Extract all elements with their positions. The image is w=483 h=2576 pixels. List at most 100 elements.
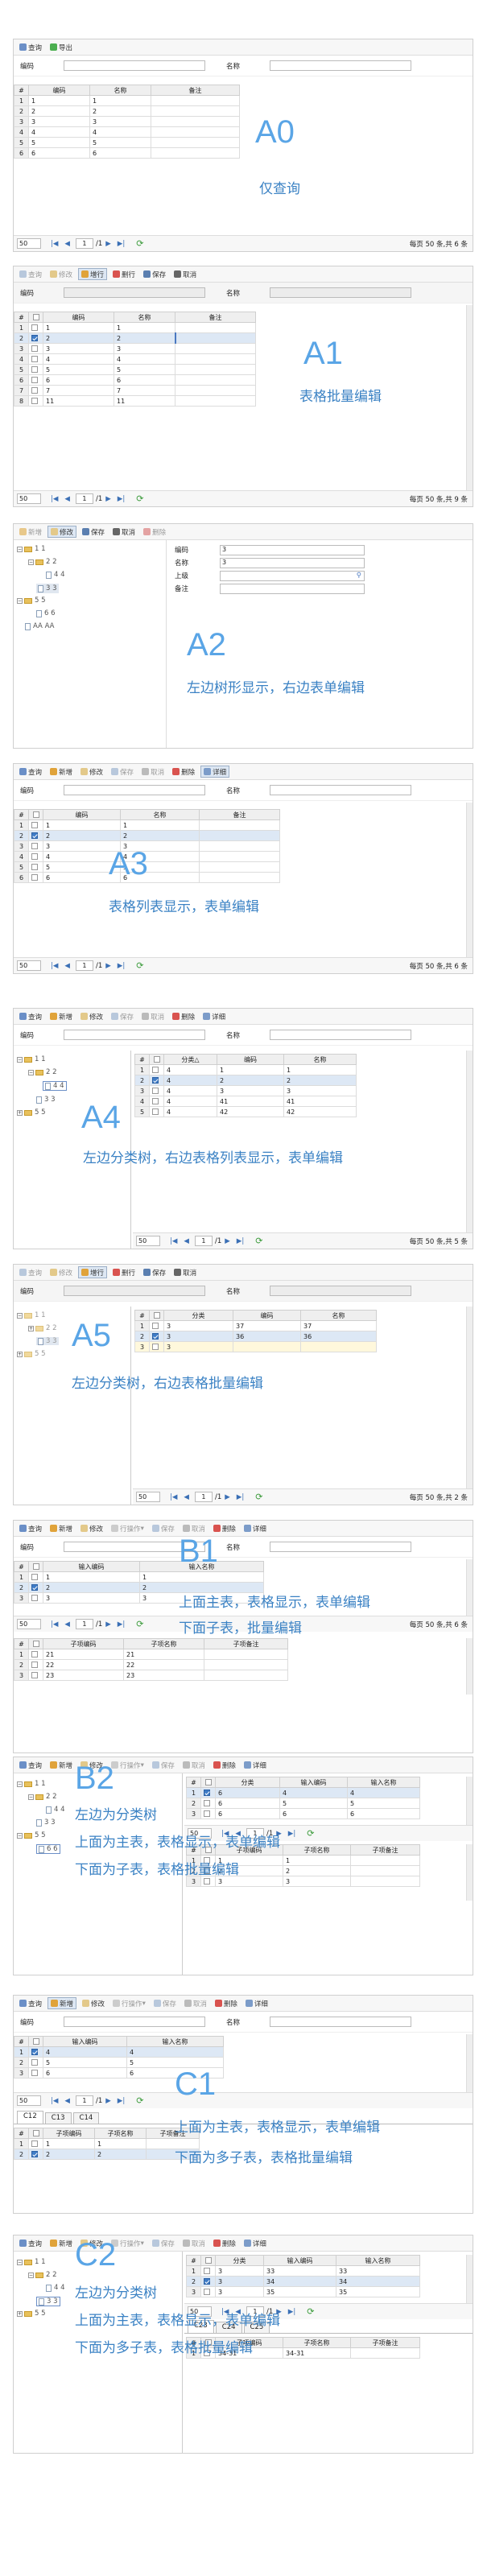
query-button[interactable]: 查询 xyxy=(17,41,44,53)
table-row[interactable]: 5 4 42 42 xyxy=(134,1106,357,1117)
scrollbar[interactable] xyxy=(466,2034,473,2092)
code-input[interactable] xyxy=(64,60,205,71)
tree-node[interactable]: 3 3 xyxy=(36,1096,56,1104)
name-input[interactable] xyxy=(270,2017,411,2027)
table-row[interactable]: 3 23 23 xyxy=(14,1670,288,1681)
scrollbar[interactable] xyxy=(466,1307,473,1488)
query-button[interactable]: 查询 xyxy=(17,766,44,778)
col-category[interactable]: 分类△ xyxy=(163,1054,217,1065)
cancel-button[interactable]: 取消 xyxy=(139,1010,167,1022)
tree-node[interactable]: +5 5 xyxy=(17,2310,46,2318)
col-input-code[interactable]: 输入编码 xyxy=(43,1561,140,1572)
table-row[interactable]: 8 11 11 xyxy=(14,395,256,407)
table-row[interactable]: 111 xyxy=(14,322,256,333)
last-page-button[interactable]: ▶| xyxy=(288,2308,295,2316)
row-checkbox[interactable] xyxy=(204,1878,210,1885)
page-input[interactable]: 1 xyxy=(75,238,93,249)
tree-node[interactable]: +5 5 xyxy=(17,1350,46,1358)
row-checkbox[interactable] xyxy=(31,366,38,373)
parent-lookup[interactable]: ⚲ xyxy=(220,570,365,581)
row-checkbox[interactable] xyxy=(31,832,38,839)
refresh-icon[interactable]: ⟳ xyxy=(307,1828,314,1839)
row-checkbox[interactable] xyxy=(152,1077,159,1084)
cancel-button[interactable]: 取消 xyxy=(180,2237,208,2249)
row-checkbox[interactable] xyxy=(31,377,38,383)
next-page-button[interactable]: ▶ xyxy=(225,1237,230,1245)
table-row[interactable]: 222 xyxy=(14,332,256,344)
select-all-checkbox[interactable] xyxy=(204,1779,212,1785)
page-input[interactable]: 1 xyxy=(75,1619,93,1629)
code-input[interactable] xyxy=(64,1286,205,1296)
save-button[interactable]: 保存 xyxy=(80,526,107,538)
save-button[interactable]: 保存 xyxy=(150,2237,177,2249)
refresh-icon[interactable]: ⟳ xyxy=(136,960,143,971)
scrollbar[interactable] xyxy=(466,803,473,957)
col-input-name[interactable]: 输入名称 xyxy=(336,2255,420,2266)
row-checkbox[interactable] xyxy=(31,2070,38,2076)
last-page-button[interactable]: ▶| xyxy=(118,962,125,970)
code-input[interactable] xyxy=(64,785,205,795)
add-row-button[interactable]: 增行 xyxy=(78,268,108,280)
row-checkbox[interactable] xyxy=(31,1574,38,1580)
cancel-button[interactable]: 取消 xyxy=(182,1997,209,2009)
edit-button[interactable]: 修改 xyxy=(78,1010,105,1022)
tree-node[interactable]: 6 6 xyxy=(36,1844,60,1854)
detail-button[interactable]: 详细 xyxy=(243,1997,270,2009)
save-button[interactable]: 保存 xyxy=(141,1266,168,1278)
last-page-button[interactable]: ▶| xyxy=(118,240,125,248)
table-row[interactable]: 3433 xyxy=(134,1085,357,1096)
table-row[interactable]: 222 xyxy=(14,1582,264,1593)
refresh-icon[interactable]: ⟳ xyxy=(255,1236,262,1246)
prev-page-button[interactable]: ◀ xyxy=(184,1493,189,1501)
first-page-button[interactable]: |◀ xyxy=(51,962,58,970)
scrollbar[interactable] xyxy=(466,1777,473,1825)
select-all-checkbox[interactable] xyxy=(153,1312,160,1319)
tree-node[interactable]: 3 3 xyxy=(36,2297,60,2306)
col-code[interactable]: 编码 xyxy=(28,85,90,96)
table-row[interactable]: 555 xyxy=(14,137,240,148)
col-name[interactable]: 名称 xyxy=(283,1054,357,1065)
cancel-button[interactable]: 取消 xyxy=(139,766,167,778)
row-checkbox[interactable] xyxy=(152,1333,159,1340)
col-input-name[interactable]: 输入名称 xyxy=(347,1777,420,1788)
table-row[interactable]: 333 xyxy=(14,116,240,127)
row-ops-button[interactable]: 行操作 ▾ xyxy=(110,1997,148,2009)
col-sub-remark[interactable]: 子项备注 xyxy=(350,1844,420,1856)
table-row[interactable]: 33 xyxy=(134,1341,377,1352)
prev-page-button[interactable]: ◀ xyxy=(64,240,70,248)
refresh-icon[interactable]: ⟳ xyxy=(136,238,143,249)
row-checkbox[interactable] xyxy=(152,1067,159,1073)
first-page-button[interactable]: |◀ xyxy=(51,495,58,503)
refresh-icon[interactable]: ⟳ xyxy=(136,2095,143,2106)
page-input[interactable]: 1 xyxy=(194,1236,213,1246)
first-page-button[interactable]: |◀ xyxy=(51,1620,58,1629)
name-input[interactable] xyxy=(270,1542,411,1552)
prev-page-button[interactable]: ◀ xyxy=(64,962,70,970)
tree-node[interactable]: 3 3 xyxy=(36,584,59,593)
col-code[interactable]: 编码 xyxy=(43,809,121,820)
edit-button[interactable]: 修改 xyxy=(78,1522,105,1534)
table-row[interactable]: 555 xyxy=(14,364,256,375)
add-button[interactable]: 新增 xyxy=(47,2237,75,2249)
tree-node[interactable]: −1 1 xyxy=(17,1311,46,1319)
scrollbar[interactable] xyxy=(466,2255,473,2303)
add-button[interactable]: 新增 xyxy=(17,526,44,538)
tab-c12[interactable]: C12 xyxy=(17,2111,43,2124)
next-page-button[interactable]: ▶ xyxy=(105,2097,111,2105)
row-checkbox[interactable] xyxy=(152,1108,159,1115)
add-button[interactable]: 新增 xyxy=(47,766,75,778)
pagesize-select[interactable]: 50 xyxy=(17,238,41,249)
row-checkbox[interactable] xyxy=(31,398,38,404)
edit-button[interactable]: 修改 xyxy=(78,766,105,778)
row-checkbox[interactable] xyxy=(152,1088,159,1094)
scrollbar[interactable] xyxy=(466,1051,473,1232)
col-sub-name[interactable]: 子项名称 xyxy=(94,2128,147,2139)
last-page-button[interactable]: ▶| xyxy=(237,1493,244,1501)
query-button[interactable]: 查询 xyxy=(17,1997,44,2009)
delete-row-button[interactable]: 删行 xyxy=(110,268,138,280)
row-checkbox[interactable] xyxy=(31,1672,38,1678)
tree-node[interactable]: +5 5 xyxy=(17,1108,46,1117)
row-checkbox[interactable] xyxy=(31,387,38,394)
col-category[interactable]: 分类 xyxy=(215,2255,264,2266)
col-category[interactable]: 分类 xyxy=(163,1310,233,1321)
